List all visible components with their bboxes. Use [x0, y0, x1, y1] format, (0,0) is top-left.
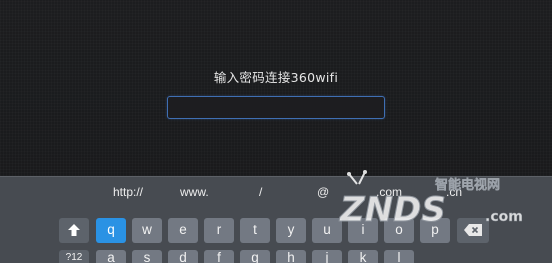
- backspace-key[interactable]: [457, 218, 489, 243]
- key-t[interactable]: t: [240, 218, 270, 243]
- key-a[interactable]: a: [96, 250, 126, 263]
- key-e[interactable]: e: [168, 218, 198, 243]
- wifi-password-prompt: 输入密码连接360wifi: [213, 70, 339, 85]
- key-h[interactable]: h: [276, 250, 306, 263]
- keyboard-shortcut-bar: http:// www. / @ .com .cn: [0, 177, 552, 207]
- key-y[interactable]: y: [276, 218, 306, 243]
- key-o[interactable]: o: [384, 218, 414, 243]
- shortcut-slash[interactable]: /: [259, 185, 262, 199]
- shift-arrow-up-icon: [68, 224, 80, 236]
- key-r[interactable]: r: [204, 218, 234, 243]
- key-q[interactable]: q: [96, 218, 126, 243]
- key-w[interactable]: w: [132, 218, 162, 243]
- backspace-icon: [464, 224, 482, 236]
- wifi-password-screen: 输入密码连接360wifi http:// www. / @ .com .cn …: [0, 0, 552, 263]
- key-l[interactable]: l: [384, 250, 414, 263]
- shortcut-cn[interactable]: .cn: [446, 185, 462, 199]
- shortcut-http[interactable]: http://: [113, 185, 143, 199]
- symbols-key[interactable]: ?12: [59, 250, 89, 263]
- shortcut-com[interactable]: .com: [376, 185, 402, 199]
- key-d[interactable]: d: [168, 250, 198, 263]
- key-s[interactable]: s: [132, 250, 162, 263]
- shift-key[interactable]: [59, 218, 89, 243]
- shortcut-at[interactable]: @: [317, 185, 329, 199]
- key-f[interactable]: f: [204, 250, 234, 263]
- shortcut-www[interactable]: www.: [180, 185, 209, 199]
- on-screen-keyboard: http:// www. / @ .com .cn q w e r t y u …: [0, 176, 552, 263]
- key-i[interactable]: i: [348, 218, 378, 243]
- key-p[interactable]: p: [420, 218, 450, 243]
- wifi-password-input[interactable]: [167, 96, 385, 119]
- key-g[interactable]: g: [240, 250, 270, 263]
- key-k[interactable]: k: [348, 250, 378, 263]
- key-u[interactable]: u: [312, 218, 342, 243]
- key-j[interactable]: j: [312, 250, 342, 263]
